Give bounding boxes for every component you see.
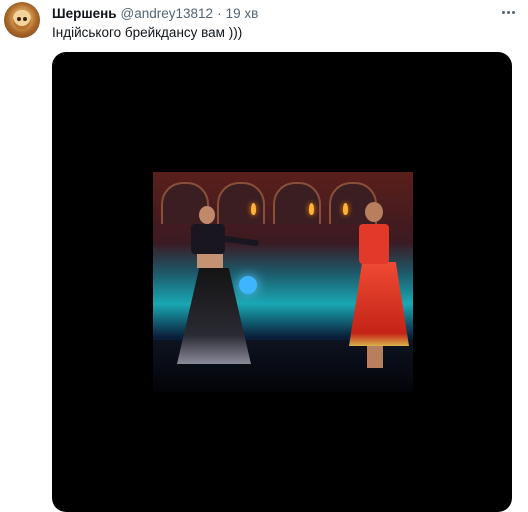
dot-icon — [511, 10, 515, 14]
tweet-header: Шершень @andrey13812 · 19 хв — [52, 4, 258, 22]
dancer-left-waist — [197, 254, 223, 268]
avatar-eye-left — [17, 17, 21, 21]
avatar-eye-right — [23, 17, 27, 21]
tweet-media[interactable] — [52, 52, 512, 512]
hornet-face-icon — [13, 10, 31, 30]
dancer-left-head — [199, 206, 215, 224]
video-frame — [153, 172, 413, 392]
stage-arch — [217, 182, 265, 224]
dancer-right-head — [365, 202, 383, 222]
dancer-left-arm — [222, 235, 260, 247]
user-handle[interactable]: @andrey13812 — [121, 6, 214, 21]
stage-arch — [273, 182, 321, 224]
dancer-right-skirt — [349, 262, 409, 346]
dot-icon — [501, 10, 505, 14]
torch-icon — [343, 203, 348, 215]
dancer-left-top — [191, 224, 225, 254]
display-name[interactable]: Шершень — [52, 6, 117, 21]
torch-icon — [309, 203, 314, 215]
avatar[interactable] — [4, 2, 40, 38]
stage-light — [239, 276, 257, 294]
dancer-right-legs — [367, 346, 383, 368]
separator-dot: · — [217, 5, 222, 21]
more-dots-icon[interactable] — [496, 4, 520, 20]
dancer-right-top — [359, 224, 389, 264]
dot-icon — [506, 10, 510, 14]
tweet-text: Індійського брейкдансу вам ))) — [52, 25, 243, 40]
tweet[interactable]: Шершень @andrey13812 · 19 хв Індійського… — [0, 0, 528, 512]
torch-icon — [251, 203, 256, 215]
timestamp[interactable]: 19 хв — [226, 6, 259, 21]
